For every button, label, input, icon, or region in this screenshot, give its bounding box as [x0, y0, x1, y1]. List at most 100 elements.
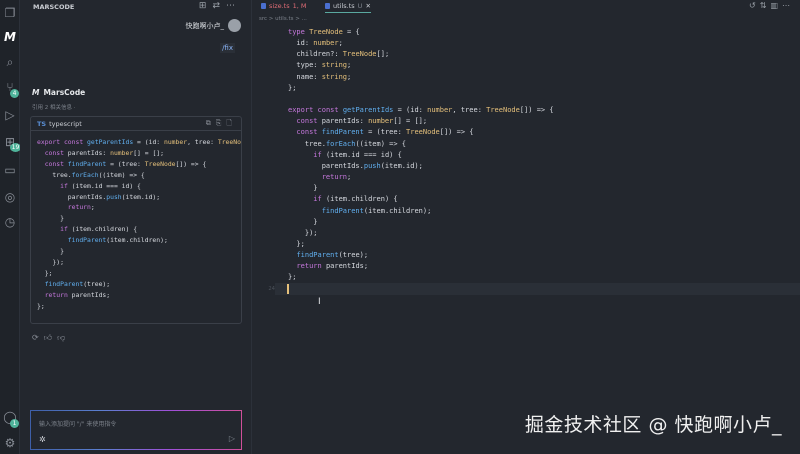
code-token: TreeNode: [144, 159, 176, 168]
code-token: (item.id);: [380, 161, 423, 170]
code-line: const parentIds: number[] = [];: [37, 148, 235, 159]
code-token: return: [296, 262, 326, 271]
current-line-highlight: [275, 283, 800, 295]
code-token: const: [37, 159, 68, 168]
code-token: parentIds.: [37, 192, 107, 201]
code-token: name:: [288, 72, 322, 81]
regenerate-icon[interactable]: ⟳: [32, 333, 44, 342]
code-token: (item.id === id) {: [71, 181, 141, 190]
ts-file-icon: [325, 3, 330, 9]
code-token: findParent: [321, 128, 364, 137]
code-token: forEach: [325, 139, 356, 148]
compare-icon[interactable]: ⇅: [760, 1, 771, 10]
code-token: ;: [90, 203, 95, 212]
code-token: ((item) => {: [355, 139, 407, 148]
settings-sliders-icon[interactable]: ⇄: [212, 1, 226, 11]
thumbs-up-icon[interactable]: 👍︎: [44, 333, 57, 342]
code-token: (item.children) {: [325, 195, 398, 204]
feedback-bar: ⟳👍︎👎︎: [32, 333, 70, 343]
scm-badge: 4: [10, 89, 19, 98]
code-token: tree.: [37, 170, 72, 179]
code-token: TreeNode: [217, 138, 241, 146]
history-icon[interactable]: ↺: [749, 1, 760, 10]
user-command: /fix: [220, 43, 235, 53]
code-token: (tree);: [338, 251, 369, 260]
user-message: 快跑啊小卢_: [185, 19, 241, 32]
code-token: }: [288, 184, 318, 193]
breadcrumb[interactable]: src > utils.ts > ...: [253, 14, 800, 26]
code-token: ;: [347, 61, 352, 70]
code-token: push: [106, 192, 122, 201]
ts-badge: TS: [37, 120, 47, 128]
code-token: const: [37, 148, 68, 157]
code-token: TreeNode: [342, 50, 377, 59]
send-icon[interactable]: ▷: [229, 434, 235, 443]
thumbs-down-icon[interactable]: 👎︎: [57, 333, 70, 342]
code-content[interactable]: type TreeNode = { id: number; children?:…: [288, 27, 554, 284]
code-line: parentIds.push(item.id);: [37, 192, 235, 203]
ts-file-icon: [261, 3, 266, 9]
run-debug-icon[interactable]: ▷: [3, 108, 17, 122]
code-token: parentIds;: [71, 290, 111, 299]
code-token: number: [163, 138, 188, 146]
code-token: tree.: [288, 139, 326, 148]
user-name: 快跑啊小卢_: [185, 21, 225, 30]
code-token: id:: [288, 39, 314, 48]
insert-icon[interactable]: ⎘: [216, 119, 227, 127]
code-line: if (item.children) {: [37, 224, 235, 235]
code-token: parentIds.: [288, 161, 364, 170]
reference-toggle[interactable]: 引用 2 相关信息 ·: [32, 103, 76, 111]
tab-utils-ts[interactable]: utils.ts U ✕: [325, 2, 371, 13]
code-token: findParent: [44, 279, 84, 288]
code-token: export: [37, 138, 64, 146]
code-token: findParent: [67, 159, 107, 168]
code-line: type TreeNode = {: [288, 27, 554, 38]
code-line: const parentIds: number[] = [];: [288, 116, 554, 127]
more-icon[interactable]: ⋯: [226, 1, 241, 11]
avatar: [228, 19, 241, 32]
code-token: forEach: [71, 170, 99, 179]
code-line: name: string;: [288, 72, 554, 83]
code-token: }: [37, 247, 64, 256]
code-token: ;: [347, 72, 352, 81]
code-language: typescript: [49, 120, 82, 128]
explorer-icon[interactable]: ❐: [3, 6, 17, 20]
code-token: getParentIds: [342, 106, 394, 115]
more-icon[interactable]: ⋯: [782, 1, 794, 10]
code-token: type:: [288, 61, 322, 70]
code-line: const findParent = (tree: TreeNode[]) =>…: [37, 159, 235, 170]
new-chat-icon[interactable]: ⊞: [199, 1, 213, 11]
remote-icon[interactable]: ▭: [3, 163, 17, 177]
code-token: return: [321, 173, 348, 182]
compass-icon[interactable]: ◎: [3, 190, 17, 204]
assistant-header: M MarsCode: [32, 88, 85, 97]
code-token: };: [288, 273, 297, 282]
search-icon[interactable]: ⌕: [3, 55, 17, 69]
new-file-icon[interactable]: 🗋: [226, 119, 237, 127]
split-editor-icon[interactable]: ▥: [770, 1, 782, 10]
close-icon[interactable]: ✕: [365, 2, 370, 10]
code-line: };: [37, 301, 235, 312]
sparkle-icon[interactable]: ✲: [39, 435, 46, 444]
code-token: parentIds:: [321, 117, 369, 126]
code-token: number: [368, 117, 394, 126]
code-token: (tree);: [83, 279, 111, 288]
marscode-logo-icon: M: [32, 88, 40, 97]
code-token: ;: [338, 39, 343, 48]
settings-gear-icon[interactable]: ⚙: [3, 436, 17, 450]
timeline-icon[interactable]: ◷: [3, 215, 17, 229]
code-line: };: [288, 83, 554, 94]
copy-icon[interactable]: ⧉: [206, 119, 216, 127]
code-token: getParentIds: [87, 138, 134, 146]
tab-size-ts[interactable]: size.ts 1, M: [261, 2, 307, 10]
code-line: }: [288, 183, 554, 194]
chat-code-content: export const getParentIds = (id: number,…: [31, 131, 241, 318]
code-line: export const getParentIds = (id: number,…: [37, 137, 241, 148]
marscode-icon[interactable]: M: [3, 30, 17, 44]
chat-input[interactable]: 输入添加提问 "/" 来使用指令 ✲ ▷: [30, 410, 242, 450]
